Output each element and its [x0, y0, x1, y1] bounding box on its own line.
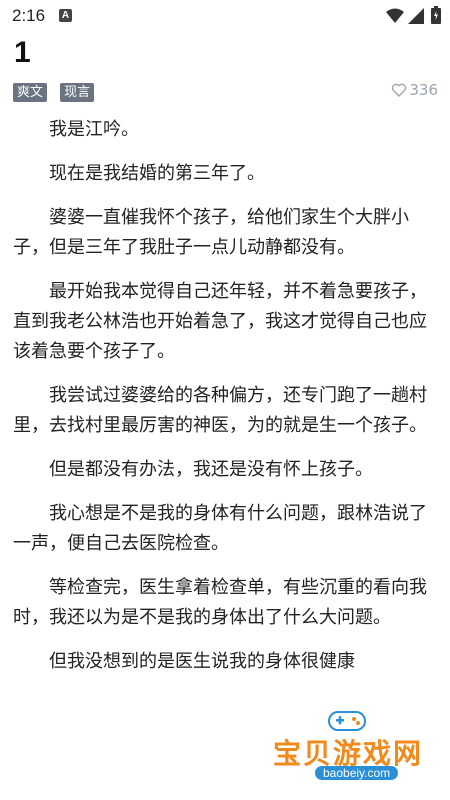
notification-a-icon: A [59, 9, 72, 22]
tag-list: 爽文 现言 [13, 81, 102, 102]
paragraph: 我心想是不是我的身体有什么问题，跟林浩说了一声，便自己去医院检查。 [13, 503, 427, 554]
heart-icon [392, 83, 407, 97]
status-bar: 2:16 A [0, 0, 450, 32]
paragraph: 但我没想到的是医生说我的身体很健康 [49, 651, 355, 672]
paragraph: 最开始我本觉得自己还年轻，并不着急要孩子，直到我老公林浩也开始着急了，我这才觉得… [13, 281, 427, 362]
like-count: 336 [409, 81, 438, 99]
battery-icon [431, 6, 441, 24]
paragraph: 婆婆一直催我怀个孩子，给他们家生个大胖小子，但是三年了我肚子一点儿动静都没有。 [13, 207, 409, 258]
paragraph: 但是都没有办法，我还是没有怀上孩子。 [49, 459, 373, 480]
paragraph: 现在是我结婚的第三年了。 [49, 163, 265, 184]
paragraph: 等检查完，医生拿着检查单，有些沉重的看向我时，我还以为是不是我的身体出了什么大问… [13, 577, 427, 628]
signal-icon [408, 8, 424, 24]
paragraph: 我是江吟。 [49, 119, 139, 140]
tag-shuangwen[interactable]: 爽文 [13, 83, 48, 102]
gamepad-icon [328, 711, 366, 731]
wifi-icon [386, 8, 404, 23]
tag-xianyan[interactable]: 现言 [60, 83, 95, 102]
chapter-title: 1 [14, 36, 31, 69]
watermark-logo: 宝贝游戏网 baobeiy.com [265, 700, 445, 790]
status-time: 2:16 [12, 6, 46, 25]
paragraph: 我尝试过婆婆给的各种偏方，还专门跑了一趟村里，去找村里最厉害的神医，为的就是生一… [13, 385, 427, 436]
like-button[interactable]: 336 [391, 81, 438, 99]
chapter-content: 我是江吟。 现在是我结婚的第三年了。 婆婆一直催我怀个孩子，给他们家生个大胖小子… [13, 115, 437, 691]
watermark-url: baobeiy.com [315, 766, 399, 780]
